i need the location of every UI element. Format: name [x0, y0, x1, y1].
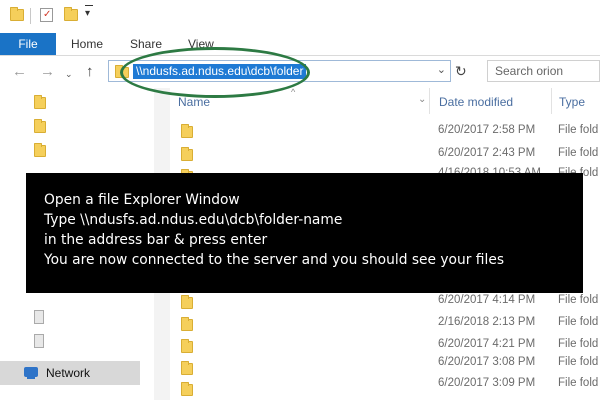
network-icon	[24, 367, 38, 379]
column-dropdown-icon[interactable]: ⌄	[418, 94, 426, 105]
annotation-ellipse	[120, 47, 310, 98]
tab-home[interactable]: Home	[71, 33, 103, 55]
instruction-line: in the address bar & press enter	[44, 232, 268, 248]
recent-locations-chevron-icon[interactable]: ⌄	[65, 65, 73, 83]
row-type: File fold	[558, 147, 599, 159]
up-arrow-icon[interactable]: ↑	[86, 63, 94, 81]
ribbon-tabs: File Home Share View	[0, 33, 600, 56]
row-type: File fold	[558, 294, 599, 306]
row-type: File fold	[558, 377, 599, 389]
instruction-line: Type \\ndusfs.ad.ndus.edu\dcb\folder-nam…	[44, 212, 343, 228]
nav-drive-icon[interactable]	[34, 310, 44, 324]
instruction-line: You are now connected to the server and …	[44, 252, 505, 268]
row-type: File fold	[558, 316, 599, 328]
column-divider[interactable]	[551, 88, 552, 114]
address-dropdown-icon[interactable]: ⌄	[437, 63, 446, 76]
toolbar-separator	[30, 8, 31, 24]
folder-icon[interactable]	[181, 147, 193, 161]
nav-drive-icon[interactable]	[34, 334, 44, 348]
nav-folder-icon[interactable]	[34, 95, 46, 109]
forward-arrow-icon[interactable]: →	[40, 63, 55, 81]
sort-ascending-icon: ^	[291, 87, 296, 97]
folder-icon	[10, 7, 24, 21]
column-type[interactable]: Type	[559, 95, 585, 109]
folder-icon[interactable]	[181, 382, 193, 396]
dropdown-bar	[85, 5, 93, 6]
title-bar: ✓ ▾	[0, 0, 600, 33]
properties-icon[interactable]: ✓	[40, 8, 53, 22]
row-date: 6/20/2017 4:14 PM	[438, 294, 536, 306]
folder-icon[interactable]	[181, 295, 193, 309]
instruction-overlay: Open a file Explorer Window Type \\ndusf…	[26, 173, 583, 293]
sidebar-item-network[interactable]: Network	[0, 361, 140, 385]
row-date: 6/20/2017 3:09 PM	[438, 377, 536, 389]
nav-folder-icon[interactable]	[34, 143, 46, 157]
row-type: File fold	[558, 356, 599, 368]
folder-icon[interactable]	[181, 124, 193, 138]
sidebar-item-label: Network	[46, 366, 91, 380]
search-input[interactable]: Search orion	[487, 60, 600, 82]
folder-icon[interactable]	[181, 317, 193, 331]
back-arrow-icon[interactable]: ←	[12, 63, 27, 81]
instruction-line: Open a file Explorer Window	[44, 192, 240, 208]
new-folder-icon[interactable]	[64, 7, 78, 21]
refresh-icon[interactable]: ↻	[455, 63, 467, 80]
row-date: 2/16/2018 2:13 PM	[438, 316, 536, 328]
column-date-modified[interactable]: Date modified	[439, 95, 513, 109]
row-date: 6/20/2017 3:08 PM	[438, 356, 536, 368]
row-type: File fold	[558, 338, 599, 350]
row-date: 6/20/2017 4:21 PM	[438, 338, 536, 350]
row-date: 6/20/2017 2:58 PM	[438, 124, 536, 136]
nav-folder-icon[interactable]	[34, 119, 46, 133]
search-placeholder: Search orion	[495, 64, 564, 78]
column-divider[interactable]	[429, 88, 430, 114]
row-type: File fold	[558, 124, 599, 136]
folder-icon[interactable]	[181, 339, 193, 353]
customize-dropdown-icon[interactable]: ▾	[85, 8, 90, 19]
tab-file[interactable]: File	[0, 33, 56, 55]
folder-icon[interactable]	[181, 361, 193, 375]
row-date: 6/20/2017 2:43 PM	[438, 147, 536, 159]
